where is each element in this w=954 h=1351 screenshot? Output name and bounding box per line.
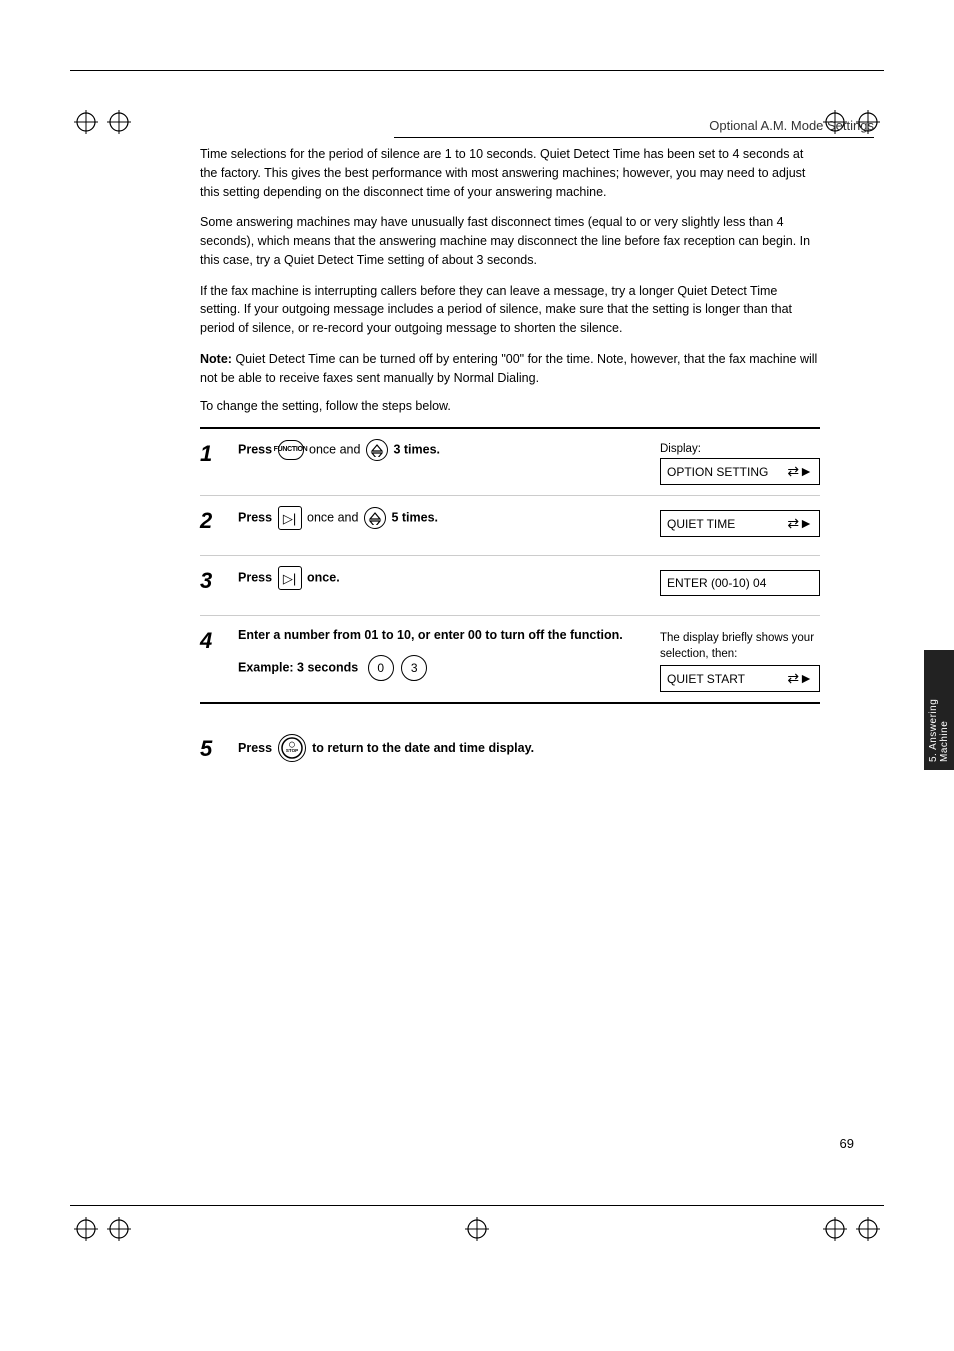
reg-mark-bc (463, 1215, 491, 1243)
step-content-2: Press ▷| once and 5 times. (230, 506, 660, 530)
display-arrow-1: ⇄► (787, 463, 813, 480)
display-text-3: ENTER (00-10) 04 (667, 576, 766, 590)
example-row: Example: 3 seconds 0 3 (238, 655, 652, 681)
step-num-3: 3 (200, 566, 230, 594)
step4-text: Enter a number from 01 to 10, or enter 0… (238, 626, 652, 645)
display-box-2: QUIET TIME ⇄► (660, 510, 820, 537)
step-row-1: 1 Press FUNCTION once and 3 times. Displ… (200, 429, 820, 496)
step3-middle: once. (307, 571, 340, 585)
step5-press: Press (238, 739, 272, 758)
display-arrow-2: ⇄► (787, 515, 813, 532)
step-row-5: 5 Press ◯ STOP to return to the date and… (200, 724, 820, 772)
step3-press: Press (238, 571, 272, 585)
main-content: Time selections for the period of silenc… (200, 145, 820, 772)
header-title: Optional A.M. Mode Settings (709, 118, 874, 133)
display-arrow-4: ⇄► (787, 670, 813, 687)
reg-mark-br2 (821, 1215, 849, 1243)
function-button[interactable]: FUNCTION (278, 440, 304, 460)
step2-end: 5 times. (391, 511, 438, 525)
display-text-4: QUIET START (667, 672, 745, 686)
svg-text:STOP: STOP (286, 748, 298, 753)
step-display-1: Display: OPTION SETTING ⇄► (660, 439, 820, 485)
step-row-4: 4 Enter a number from 01 to 10, or enter… (200, 616, 820, 702)
display-note-4: The display briefly shows your selection… (660, 630, 820, 662)
step1-press: Press (238, 443, 272, 457)
step-content-3: Press ▷| once. (230, 566, 660, 590)
step1-end: 3 times. (393, 443, 440, 457)
reg-mark-tl2 (105, 108, 133, 136)
step-content-4: Enter a number from 01 to 10, or enter 0… (230, 626, 660, 681)
reg-mark-bl2 (105, 1215, 133, 1243)
step-row-3: 3 Press ▷| once. ENTER (00-10) 04 (200, 556, 820, 616)
step-display-4: The display briefly shows your selection… (660, 626, 820, 692)
page-header: Optional A.M. Mode Settings (394, 118, 874, 138)
step-num-2: 2 (200, 506, 230, 534)
right-button-1[interactable]: ▷| (278, 506, 302, 530)
key-0[interactable]: 0 (368, 655, 394, 681)
para-3: If the fax machine is interrupting calle… (200, 282, 820, 338)
page-line-bottom (70, 1205, 884, 1206)
step-display-3: ENTER (00-10) 04 (660, 566, 820, 596)
step5-end: to return to the date and time display. (312, 739, 534, 758)
display-box-4: QUIET START ⇄► (660, 665, 820, 692)
step-content-1: Press FUNCTION once and 3 times. (230, 439, 660, 461)
display-text-2: QUIET TIME (667, 517, 735, 531)
display-label-1: Display: (660, 443, 820, 455)
right-button-2[interactable]: ▷| (278, 566, 302, 590)
display-box-3: ENTER (00-10) 04 (660, 570, 820, 596)
steps-table: 1 Press FUNCTION once and 3 times. Displ… (200, 427, 820, 704)
step-row-2: 2 Press ▷| once and 5 times. QUIET TIME … (200, 496, 820, 556)
reg-mark-bl (72, 1215, 100, 1243)
example-label: Example: 3 seconds (238, 660, 358, 674)
para-2: Some answering machines may have unusual… (200, 213, 820, 269)
step-display-2: QUIET TIME ⇄► (660, 506, 820, 537)
reg-mark-br (854, 1215, 882, 1243)
step2-middle: once and (307, 511, 362, 525)
reg-mark-tl (72, 108, 100, 136)
step-num-4: 4 (200, 626, 230, 654)
stop-button[interactable]: ◯ STOP (278, 734, 306, 762)
display-box-1: OPTION SETTING ⇄► (660, 458, 820, 485)
step1-middle: once and (309, 443, 364, 457)
para-intro: To change the setting, follow the steps … (200, 399, 820, 413)
up-down-button-1[interactable] (366, 439, 388, 461)
display-text-1: OPTION SETTING (667, 465, 768, 479)
para-1: Time selections for the period of silenc… (200, 145, 820, 201)
side-tab: 5. Answering Machine (924, 650, 954, 770)
step2-press: Press (238, 511, 272, 525)
step-content-5: Press ◯ STOP to return to the date and t… (230, 734, 820, 762)
note-text: Quiet Detect Time can be turned off by e… (200, 352, 817, 385)
up-down-button-2[interactable] (364, 507, 386, 529)
key-3[interactable]: 3 (401, 655, 427, 681)
step-num-1: 1 (200, 439, 230, 467)
step-num-5: 5 (200, 734, 230, 762)
svg-text:◯: ◯ (289, 741, 296, 748)
para-note: Note: Quiet Detect Time can be turned of… (200, 350, 820, 388)
page-line-top (70, 70, 884, 71)
note-label: Note: (200, 352, 232, 366)
page-number: 69 (840, 1136, 854, 1151)
